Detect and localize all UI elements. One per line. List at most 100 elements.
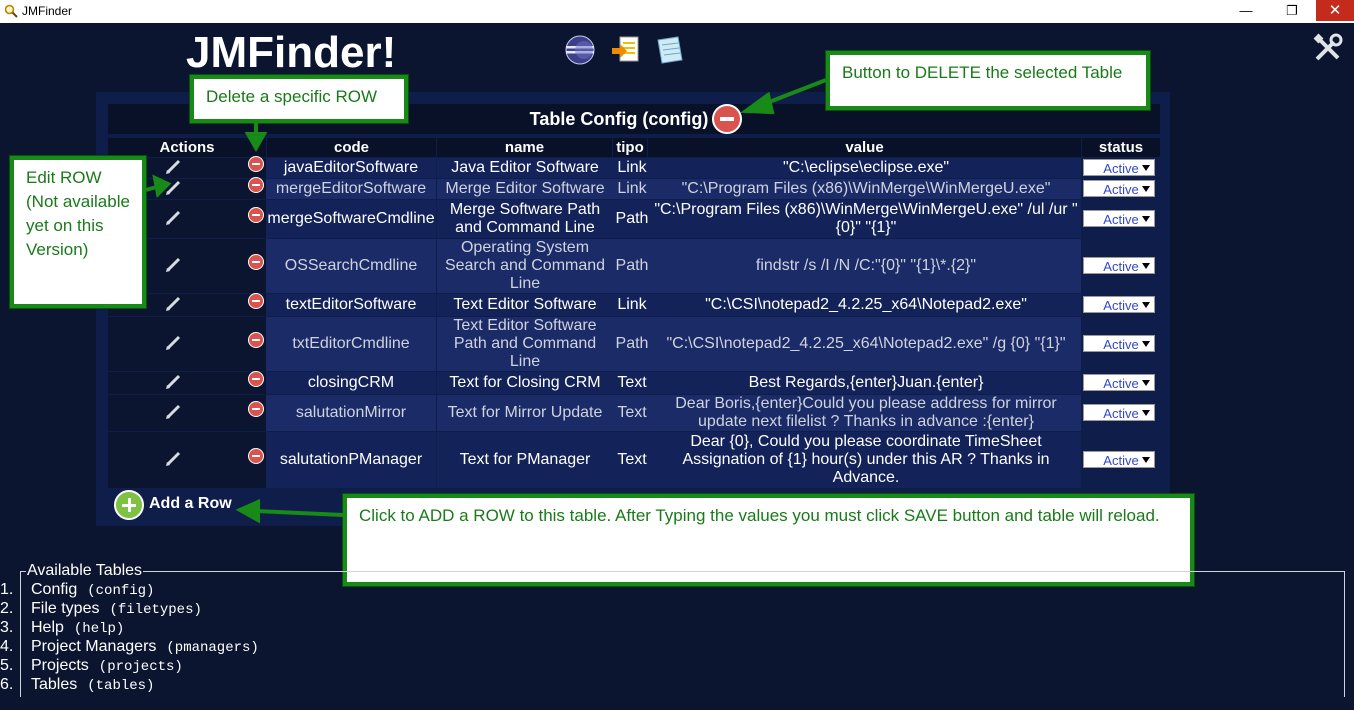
delete-row-icon[interactable]: [248, 448, 264, 464]
cell-tipo[interactable]: Path: [613, 239, 651, 293]
row-actions-cell: [108, 317, 266, 371]
cell-code[interactable]: salutationMirror: [266, 395, 436, 431]
edit-pencil-icon[interactable]: [164, 401, 184, 421]
item-name[interactable]: Projects: [31, 657, 89, 674]
notepad-icon[interactable]: [654, 34, 686, 66]
edit-pencil-icon[interactable]: [164, 293, 184, 313]
edit-pencil-icon[interactable]: [164, 332, 184, 352]
status-select[interactable]: Active: [1083, 374, 1155, 391]
cell-code[interactable]: txtEditorCmdline: [266, 317, 436, 371]
cell-name[interactable]: Text for PManager: [437, 432, 613, 488]
cell-value[interactable]: Dear Boris,{enter}Could you please addre…: [651, 395, 1081, 431]
cell-tipo[interactable]: Text: [613, 395, 651, 431]
item-number: 6.: [0, 676, 14, 693]
add-row-label: Add a Row: [149, 495, 232, 512]
chevron-down-icon: [1142, 457, 1150, 463]
cell-value[interactable]: "C:\CSI\notepad2_4.2.25_x64\Notepad2.exe…: [651, 317, 1081, 371]
cell-value[interactable]: Best Regards,{enter}Juan.{enter}: [651, 372, 1081, 394]
cell-code[interactable]: salutationPManager: [266, 432, 436, 488]
cell-status: Active: [1081, 200, 1160, 238]
eclipse-icon[interactable]: [564, 34, 596, 66]
cell-name[interactable]: Java Editor Software: [437, 158, 613, 178]
status-select[interactable]: Active: [1083, 404, 1155, 421]
cell-code[interactable]: OSSearchCmdline: [266, 239, 436, 293]
delete-row-icon[interactable]: [248, 254, 264, 270]
cell-name[interactable]: Text Editor Software Path and Command Li…: [437, 317, 613, 371]
item-number: 5.: [0, 657, 14, 674]
callout-delete-row: Delete a specific ROW: [190, 75, 408, 123]
status-select[interactable]: Active: [1083, 257, 1155, 274]
minimize-button[interactable]: —: [1224, 0, 1268, 21]
status-select[interactable]: Active: [1083, 451, 1155, 468]
cell-name[interactable]: Operating System Search and Command Line: [437, 239, 613, 293]
delete-row-icon[interactable]: [248, 177, 264, 193]
cell-name[interactable]: Text Editor Software: [437, 294, 613, 316]
cell-value[interactable]: "C:\Program Files (x86)\WinMerge\WinMerg…: [651, 200, 1081, 238]
item-number: 3.: [0, 619, 14, 636]
cell-code[interactable]: mergeEditorSoftware: [266, 179, 436, 199]
edit-pencil-icon[interactable]: [164, 254, 184, 274]
cell-value[interactable]: "C:\Program Files (x86)\WinMerge\WinMerg…: [651, 179, 1081, 199]
edit-pencil-icon[interactable]: [164, 177, 184, 197]
value-text: "C:\Program Files (x86)\WinMerge\WinMerg…: [654, 201, 1078, 236]
tipo-text: Text: [617, 451, 647, 468]
tipo-text: Link: [617, 180, 647, 197]
delete-row-icon[interactable]: [248, 156, 264, 172]
cell-code[interactable]: javaEditorSoftware: [266, 158, 436, 178]
name-text: Text for Mirror Update: [447, 404, 603, 421]
edit-pencil-icon[interactable]: [164, 207, 184, 227]
status-select[interactable]: Active: [1083, 159, 1155, 176]
status-select[interactable]: Active: [1083, 180, 1155, 197]
delete-row-icon[interactable]: [248, 293, 264, 309]
cell-code[interactable]: mergeSoftwareCmdline: [266, 200, 436, 238]
cell-value[interactable]: "C:\CSI\notepad2_4.2.25_x64\Notepad2.exe…: [651, 294, 1081, 316]
delete-row-icon[interactable]: [248, 401, 264, 417]
cell-tipo[interactable]: Link: [613, 294, 651, 316]
plus-icon: [114, 490, 144, 520]
status-select[interactable]: Active: [1083, 296, 1155, 313]
cell-tipo[interactable]: Text: [613, 432, 651, 488]
delete-table-button[interactable]: [712, 104, 742, 134]
cell-tipo[interactable]: Link: [613, 179, 651, 199]
cell-name[interactable]: Text for Mirror Update: [437, 395, 613, 431]
status-select[interactable]: Active: [1083, 335, 1155, 352]
cell-tipo[interactable]: Path: [613, 317, 651, 371]
cell-name[interactable]: Text for Closing CRM: [437, 372, 613, 394]
cell-value[interactable]: Dear {0}, Could you please coordinate Ti…: [651, 432, 1081, 488]
edit-pencil-icon[interactable]: [164, 156, 184, 176]
value-text: "C:\CSI\notepad2_4.2.25_x64\Notepad2.exe…: [666, 335, 1066, 352]
cell-name[interactable]: Merge Software Path and Command Line: [437, 200, 613, 238]
table-row: salutationPManager Text for PManager Text D…: [108, 432, 1160, 488]
tipo-text: Link: [617, 296, 647, 313]
cell-tipo[interactable]: Link: [613, 158, 651, 178]
cell-status: Active: [1081, 372, 1160, 394]
cell-code[interactable]: closingCRM: [266, 372, 436, 394]
cell-name[interactable]: Merge Editor Software: [437, 179, 613, 199]
delete-row-icon[interactable]: [248, 332, 264, 348]
cell-tipo[interactable]: Text: [613, 372, 651, 394]
table-row: javaEditorSoftware Java Editor Software Li…: [108, 156, 1160, 178]
close-button[interactable]: ✕: [1316, 0, 1354, 21]
cell-value[interactable]: "C:\eclipse\eclipse.exe": [651, 158, 1081, 178]
code-text: mergeSoftwareCmdline: [267, 210, 435, 227]
cell-code[interactable]: textEditorSoftware: [266, 294, 436, 316]
maximize-button[interactable]: ❐: [1270, 0, 1314, 21]
delete-row-icon[interactable]: [248, 371, 264, 387]
item-name[interactable]: Project Managers: [31, 638, 156, 655]
delete-row-icon[interactable]: [248, 207, 264, 223]
item-code: (tables): [87, 678, 155, 694]
tools-icon[interactable]: [1312, 32, 1344, 64]
cell-value[interactable]: findstr /s /I /N /C:"{0}" "{1}\*.{2}": [651, 239, 1081, 293]
status-value: Active: [1103, 453, 1139, 468]
edit-pencil-icon[interactable]: [164, 448, 184, 468]
cell-tipo[interactable]: Path: [613, 200, 651, 238]
item-name[interactable]: Config: [31, 581, 77, 598]
table-row: closingCRM Text for Closing CRM Text Best R…: [108, 371, 1160, 394]
status-select[interactable]: Active: [1083, 210, 1155, 227]
item-name[interactable]: Help: [31, 619, 64, 636]
merge-icon[interactable]: [610, 34, 642, 66]
item-name[interactable]: File types: [31, 600, 99, 617]
add-row-button[interactable]: Add a Row: [114, 490, 244, 520]
item-name[interactable]: Tables: [31, 676, 77, 693]
edit-pencil-icon[interactable]: [164, 371, 184, 391]
